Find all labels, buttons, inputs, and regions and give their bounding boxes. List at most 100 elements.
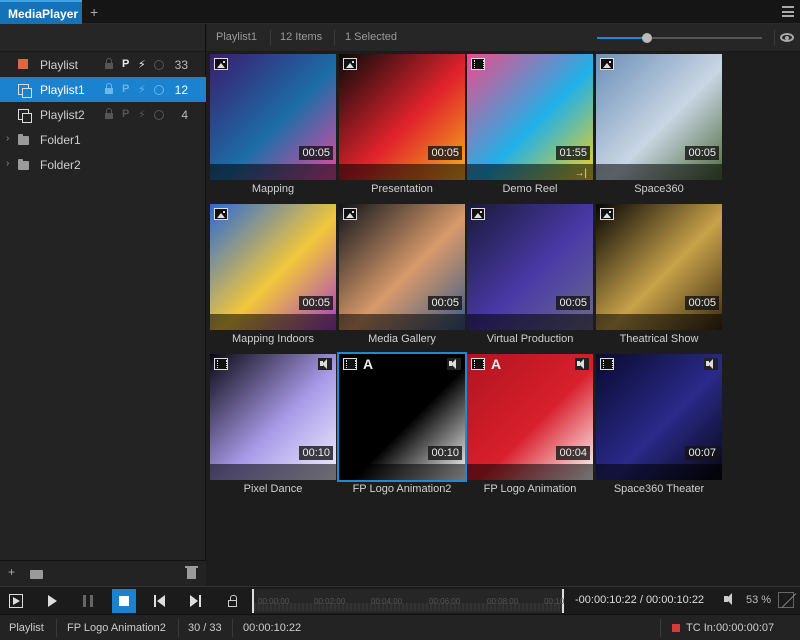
clock-icon[interactable] [154,85,164,95]
media-thumbnail[interactable]: 00:10 [210,354,336,480]
previous-button[interactable] [148,589,172,613]
timeline-tick: 00:06:00 [429,597,461,606]
bolt-icon[interactable]: ⚡︎ [138,108,146,121]
lock-icon[interactable] [105,83,113,95]
add-playlist-button[interactable]: + [8,565,15,579]
media-label: Theatrical Show [619,333,699,345]
media-tile[interactable]: 00:07 Space360 Theater [596,354,722,504]
play-button[interactable] [40,589,64,613]
item-count: 33 [174,58,188,72]
media-thumbnail[interactable]: A 00:04 [467,354,593,480]
chevron-right-icon[interactable]: › [6,158,9,169]
eye-icon[interactable] [780,33,794,42]
play-next-icon: →| [574,168,587,179]
hamburger-menu-icon[interactable] [782,6,794,17]
media-thumbnail[interactable]: 00:05 [210,54,336,180]
lock-icon[interactable] [105,58,113,70]
image-icon [214,58,228,70]
tab-mediaplayer[interactable]: MediaPlayer [0,0,82,24]
thumbnail-footer [339,314,465,330]
sidebar-item-playlist1[interactable]: Playlist1 P ⚡︎ 12 [0,77,206,102]
media-thumbnail[interactable]: 00:05 [339,54,465,180]
duration-badge: 00:05 [428,296,462,310]
media-tile[interactable]: →| 01:55 Demo Reel [467,54,593,204]
image-icon [343,208,357,220]
pause-button[interactable] [76,589,100,613]
thumbnail-footer [339,464,465,480]
sidebar-item-playlist2[interactable]: Playlist2 P ⚡︎ 4 [0,102,206,127]
p-flag-icon[interactable]: P [122,58,129,70]
status-position: 30 / 33 [188,622,222,634]
media-tile[interactable]: 00:05 Mapping Indoors [210,204,336,354]
lock-button[interactable] [220,589,244,613]
media-thumbnail[interactable]: 00:05 [596,54,722,180]
sidebar-item-label: Folder2 [40,158,81,172]
divider [56,619,57,637]
timeline-scrubber[interactable]: 00:00:00 00:02:00 00:04:00 00:06:00 00:0… [252,589,564,613]
sidebar-item-folder2[interactable]: › Folder2 [0,152,206,177]
media-tile[interactable]: 00:05 Space360 [596,54,722,204]
divider [232,619,233,637]
bolt-icon[interactable]: ⚡︎ [138,58,146,71]
media-tile[interactable]: 00:10 Pixel Dance [210,354,336,504]
thumbnail-size-slider[interactable] [597,33,762,43]
duration-badge: 01:55 [556,146,590,160]
media-tile[interactable]: 00:05 Theatrical Show [596,204,722,354]
trash-icon[interactable] [185,566,198,579]
sidebar-item-label: Playlist [40,58,79,72]
play-mode-button[interactable] [4,589,28,613]
media-tile[interactable]: A 00:04 FP Logo Animation [467,354,593,504]
divider [334,30,335,46]
sidebar-item-playlist[interactable]: Playlist P ⚡︎ 33 [0,52,206,77]
bolt-icon[interactable]: ⚡︎ [138,83,146,96]
chevron-right-icon[interactable]: › [6,133,9,144]
slider-handle[interactable] [641,33,652,43]
image-icon [343,58,357,70]
p-flag-icon[interactable]: P [122,83,129,95]
media-thumbnail[interactable]: 00:05 [210,204,336,330]
timecode-readout: -00:00:10:22 / 00:00:10:22 [575,594,705,606]
lock-icon[interactable] [105,108,113,120]
media-thumbnail[interactable]: 00:05 [467,204,593,330]
sidebar-item-folder1[interactable]: › Folder1 [0,127,206,152]
divider [774,30,775,46]
volume-curve-icon[interactable] [778,592,794,608]
add-tab-button[interactable]: + [90,4,98,20]
items-count: 12 Items [280,31,323,43]
media-tile[interactable]: A 00:10 FP Logo Animation2 [337,352,467,504]
audio-icon [704,358,718,370]
selected-count: 1 Selected [345,31,397,43]
playlist-sidebar: Playlist P ⚡︎ 33 Playlist1 P ⚡︎ 12 Playl… [0,24,206,586]
audio-icon [318,358,332,370]
media-tile[interactable]: 00:05 Mapping [210,54,336,204]
timeline-tick: 00:10 [544,597,565,606]
volume-percent[interactable]: 53 % [746,594,771,606]
stop-button[interactable] [112,589,136,613]
volume-icon[interactable] [724,593,732,605]
add-folder-icon[interactable] [30,570,43,579]
media-label: Space360 Theater [613,483,705,495]
media-thumbnail[interactable]: A 00:10 [337,352,467,482]
clock-icon[interactable] [154,60,164,70]
media-tile[interactable]: 00:05 Media Gallery [339,204,465,354]
media-thumbnail[interactable]: 00:07 [596,354,722,480]
folder-icon [18,159,29,170]
media-thumbnail[interactable]: →| 01:55 [467,54,593,180]
tab-bar: MediaPlayer + [0,0,800,24]
next-button[interactable] [184,589,208,613]
media-label: Virtual Production [486,333,574,345]
media-tile[interactable]: 00:05 Presentation [339,54,465,204]
media-thumbnail[interactable]: 00:05 [596,204,722,330]
media-tile[interactable]: 00:05 Virtual Production [467,204,593,354]
timeline-tick: 00:02:00 [314,597,346,606]
media-thumbnail[interactable]: 00:05 [339,204,465,330]
duration-badge: 00:05 [556,296,590,310]
sidebar-item-label: Folder1 [40,133,81,147]
status-bar: Playlist FP Logo Animation2 30 / 33 00:0… [0,614,800,640]
image-icon [471,208,485,220]
p-flag-icon[interactable]: P [122,108,129,120]
playlist-name: Playlist1 [216,31,257,43]
alpha-channel-icon: A [491,356,502,372]
video-icon [343,358,357,370]
clock-icon[interactable] [154,110,164,120]
